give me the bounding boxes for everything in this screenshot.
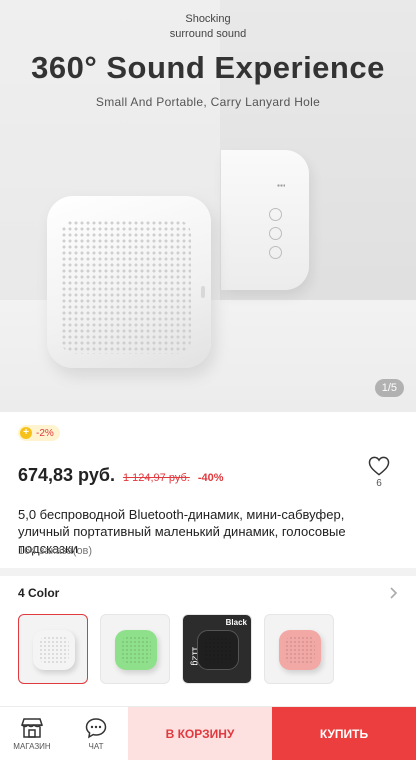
speaker-button-icon — [269, 208, 282, 221]
color-option-green[interactable] — [100, 614, 170, 684]
heart-icon — [368, 456, 390, 476]
speaker-side-view — [221, 150, 309, 290]
price-row: 674,83 руб. 1 124,97 руб. -40% — [18, 465, 224, 486]
discount-percent: -40% — [197, 472, 224, 484]
color-option-white[interactable] — [18, 614, 88, 684]
section-divider — [0, 568, 416, 576]
color-options: Black 112g — [18, 614, 334, 684]
color-option-black[interactable]: Black 112g — [182, 614, 252, 684]
coin-discount-badge[interactable]: + -2% — [18, 425, 60, 441]
speaker-port — [201, 286, 205, 298]
old-price: 1 124,97 руб. — [122, 472, 190, 484]
coin-icon: + — [20, 427, 32, 439]
image-counter: 1/5 — [374, 379, 404, 397]
chat-button[interactable]: ЧАТ — [64, 707, 128, 760]
speaker-button-icon — [269, 246, 282, 259]
orders-count: 164 заказа(ов) — [18, 545, 93, 557]
product-image-carousel[interactable]: Shocking surround sound 360° Sound Exper… — [0, 0, 416, 412]
chevron-right-icon[interactable] — [386, 586, 400, 600]
speaker-thumbnail — [197, 630, 239, 670]
current-price: 674,83 руб. — [18, 465, 115, 485]
mic-dots — [277, 184, 285, 187]
color-section-title: 4 Color — [18, 586, 60, 600]
color-tag: Black — [225, 618, 247, 627]
buy-now-button[interactable]: КУПИТЬ — [272, 707, 416, 760]
speaker-thumbnail — [115, 630, 157, 670]
add-to-cart-button[interactable]: В КОРЗИНУ — [128, 707, 272, 760]
wishlist-count: 6 — [376, 478, 382, 489]
chat-label: ЧАТ — [88, 742, 104, 751]
bottom-action-bar: МАГАЗИН ЧАТ В КОРЗИНУ КУПИТЬ — [0, 706, 416, 760]
hero-headline: 360° Sound Experience — [31, 50, 385, 85]
color-option-pink[interactable] — [264, 614, 334, 684]
speaker-thumbnail — [33, 630, 75, 670]
hero-subheadline: Small And Portable, Carry Lanyard Hole — [95, 95, 321, 109]
hero-tagline: Shocking surround sound — [169, 13, 247, 40]
wishlist-button[interactable]: 6 — [366, 456, 392, 489]
store-icon — [20, 718, 44, 738]
speaker-thumbnail — [279, 630, 321, 670]
coin-discount-label: -2% — [36, 427, 54, 439]
speaker-grill — [61, 220, 191, 354]
speaker-button-icon — [269, 227, 282, 240]
store-button[interactable]: МАГАЗИН — [0, 707, 64, 760]
store-label: МАГАЗИН — [13, 742, 51, 751]
chat-icon — [85, 718, 107, 739]
speaker-front-view — [47, 196, 211, 368]
